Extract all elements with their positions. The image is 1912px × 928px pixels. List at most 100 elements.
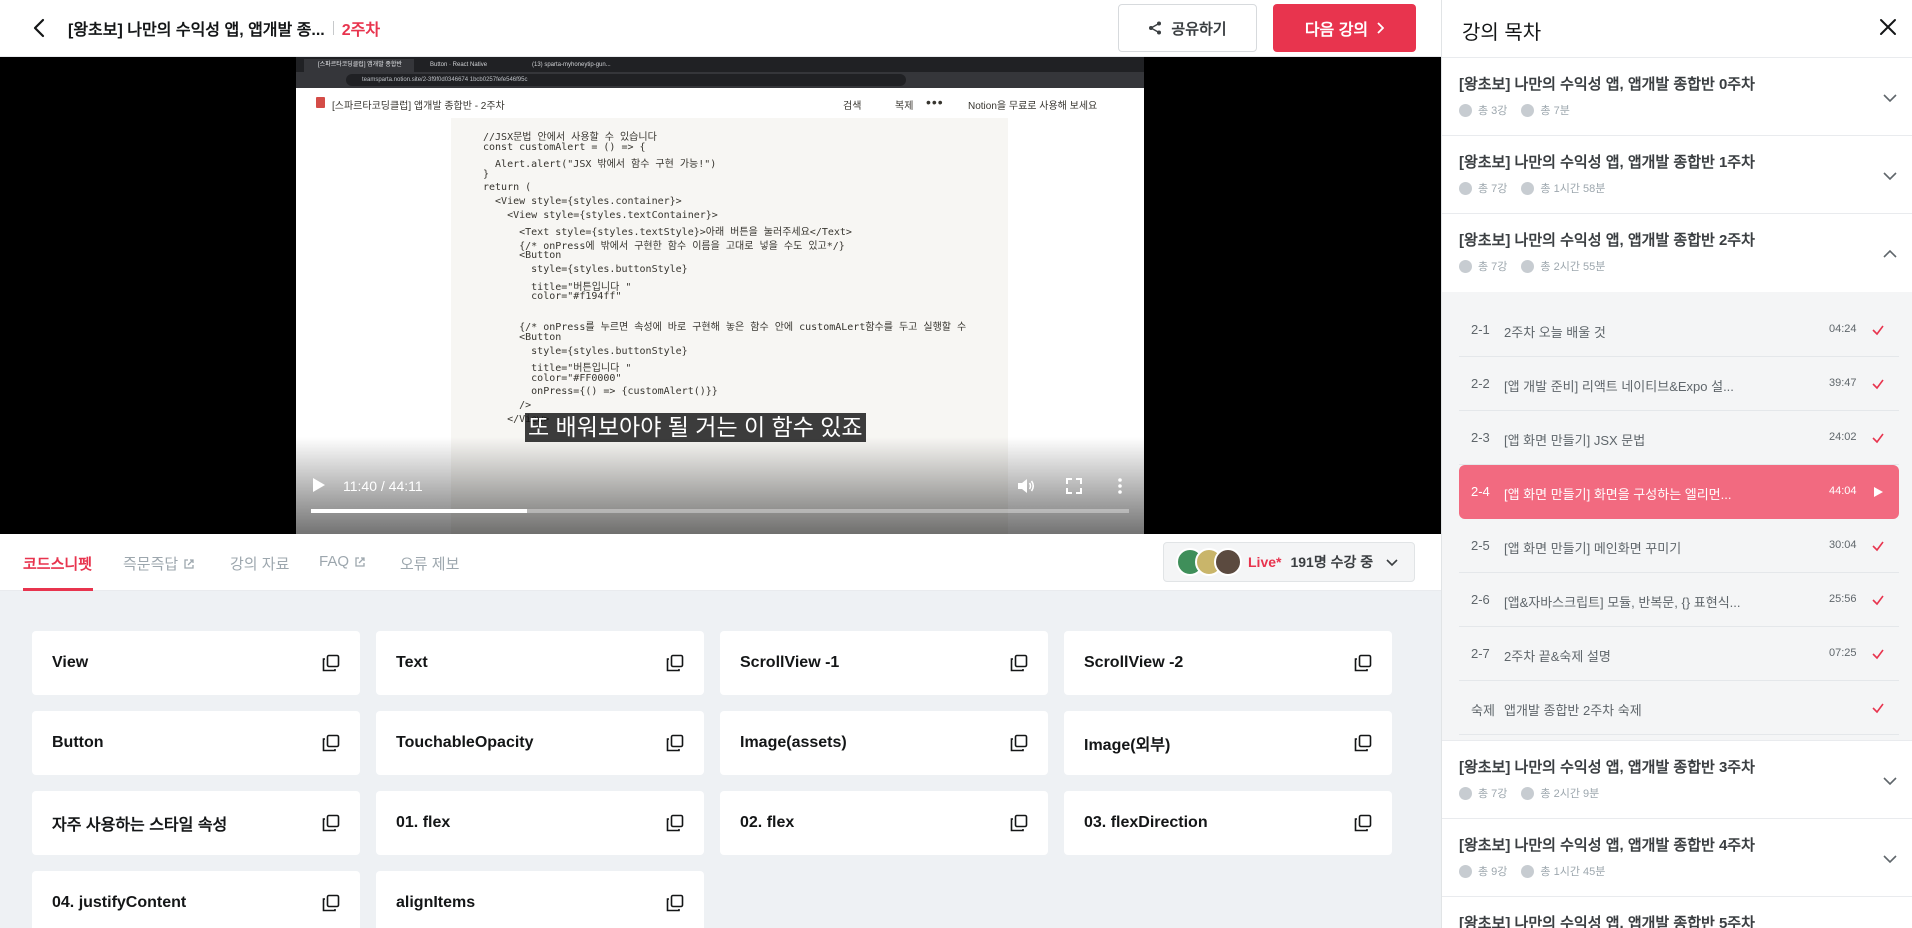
chevron-down-icon: [1883, 94, 1897, 103]
tab-report-error[interactable]: 오류 제보: [400, 553, 459, 574]
snippet-label: Image(assets): [740, 734, 847, 751]
week-title: [왕초보] 나만의 수익성 앱, 앱개발 종합반 5주차: [1459, 915, 1755, 928]
week-title: [왕초보] 나만의 수익성 앱, 앱개발 종합반 2주차: [1459, 232, 1755, 249]
snippet-card[interactable]: 자주 사용하는 스타일 속성: [32, 791, 360, 855]
sidebar-header: 강의 목차: [1442, 0, 1912, 57]
clock-icon: [1521, 103, 1535, 117]
share-button[interactable]: 공유하기: [1118, 4, 1257, 52]
copy-icon[interactable]: [322, 814, 340, 832]
lesson-item[interactable]: 2-1 2주차 오늘 배울 것 04:24: [1459, 303, 1899, 357]
chevron-down-icon: [1883, 172, 1897, 181]
week-item[interactable]: [왕초보] 나만의 수익성 앱, 앱개발 종합반 0주차 총 3강 총 7분: [1442, 57, 1912, 135]
lesson-item[interactable]: 2-6 [앱&자바스크립트] 모듈, 반복문, {} 표현식... 25:56: [1459, 573, 1899, 627]
code-line: <Button: [483, 332, 562, 343]
lesson-item[interactable]: 2-5 [앱 화면 만들기] 메인화면 꾸미기 30:04: [1459, 519, 1899, 573]
snippet-card[interactable]: TouchableOpacity: [376, 711, 704, 775]
lesson-title: 2주차 끝&숙제 설명: [1504, 649, 1611, 664]
play-icon[interactable]: [312, 477, 328, 495]
code-line: />: [483, 400, 532, 411]
snippet-card[interactable]: Image(외부): [1064, 711, 1392, 775]
snippet-card[interactable]: View: [32, 631, 360, 695]
week-2-lessons: 2-1 2주차 오늘 배울 것 04:24 2-2 [앱 개발 준비] 리액트 네이티브…: [1442, 292, 1912, 740]
copy-icon[interactable]: [666, 734, 684, 752]
week-item[interactable]: [왕초보] 나만의 수익성 앱, 앱개발 종합반 4주차 총 9강 총 1시간 45…: [1442, 818, 1912, 896]
snippet-card[interactable]: ScrollView -1: [720, 631, 1048, 695]
copy-icon[interactable]: [1354, 814, 1372, 832]
snippet-card[interactable]: Button: [32, 711, 360, 775]
clock-icon: [1521, 864, 1535, 878]
fullscreen-icon[interactable]: [1064, 476, 1084, 496]
copy-icon[interactable]: [322, 734, 340, 752]
volume-icon[interactable]: [1016, 476, 1036, 496]
snippet-card[interactable]: Image(assets): [720, 711, 1048, 775]
viewer-avatars: [1176, 548, 1242, 576]
lesson-duration: 04:24: [1829, 323, 1857, 335]
content-tabs: 코드스니펫 즉문즉답 강의 자료 FAQ 오류 제보 Live* 191명 수강…: [0, 534, 1441, 591]
lesson-number: 2-4: [1471, 484, 1490, 499]
play-circle-icon: [1459, 103, 1472, 117]
lesson-item[interactable]: 2-7 2주차 끝&숙제 설명 07:25: [1459, 627, 1899, 681]
lesson-title: [앱 화면 만들기] 화면을 구성하는 엘리먼...: [1504, 487, 1732, 502]
live-label: Live*: [1248, 554, 1282, 570]
snippet-card[interactable]: 02. flex: [720, 791, 1048, 855]
tab-label: 강의 자료: [230, 556, 290, 573]
tab-code-snippet[interactable]: 코드스니펫: [23, 553, 92, 574]
copy-icon[interactable]: [322, 894, 340, 912]
snippet-card[interactable]: alignItems: [376, 871, 704, 928]
lesson-item[interactable]: 2-3 [앱 화면 만들기] JSX 문법 24:02: [1459, 411, 1899, 465]
week-badge: 2주차: [341, 22, 381, 39]
week-item[interactable]: [왕초보] 나만의 수익성 앱, 앱개발 종합반 2주차 총 7강 총 2시간 55…: [1442, 213, 1912, 291]
next-lecture-label: 다음 강의: [1304, 22, 1369, 39]
lesson-item[interactable]: 2-4 [앱 화면 만들기] 화면을 구성하는 엘리먼... 44:04: [1459, 465, 1899, 519]
copy-icon[interactable]: [666, 814, 684, 832]
tab-materials[interactable]: 강의 자료: [230, 553, 289, 574]
week-item[interactable]: [왕초보] 나만의 수익성 앱, 앱개발 종합반 5주차: [1442, 896, 1912, 928]
recorded-tab: Button · React Native: [430, 62, 488, 68]
week-item[interactable]: [왕초보] 나만의 수익성 앱, 앱개발 종합반 3주차 총 7강 총 2시간 9분: [1442, 740, 1912, 818]
lesson-count: 총 3강: [1478, 105, 1508, 117]
snippet-card[interactable]: ScrollView -2: [1064, 631, 1392, 695]
copy-icon[interactable]: [1354, 654, 1372, 672]
snippet-card[interactable]: 03. flexDirection: [1064, 791, 1392, 855]
more-options-icon[interactable]: [1113, 476, 1127, 496]
code-line: onPress={() => {customAlert()}}: [483, 386, 718, 398]
lesson-duration: 39:47: [1829, 377, 1857, 389]
chevron-down-icon: [1386, 559, 1398, 567]
snippet-label: ScrollView -1: [740, 654, 840, 671]
next-lecture-button[interactable]: 다음 강의: [1273, 4, 1416, 52]
live-viewers[interactable]: Live* 191명 수강 중: [1163, 542, 1415, 582]
copy-icon[interactable]: [1010, 814, 1028, 832]
progress-bar[interactable]: [311, 509, 1129, 513]
close-icon[interactable]: [1878, 17, 1898, 37]
snippet-card[interactable]: Text: [376, 631, 704, 695]
week-duration: 총 2시간 55분: [1540, 261, 1606, 273]
lesson-item[interactable]: 2-2 [앱 개발 준비] 리액트 네이티브&Expo 설... 39:47: [1459, 357, 1899, 411]
code-line: <View style={styles.container}>: [483, 196, 682, 207]
lesson-item[interactable]: 숙제 앱개발 종합반 2주차 숙제: [1459, 681, 1899, 735]
snippet-card[interactable]: 01. flex: [376, 791, 704, 855]
copy-icon[interactable]: [666, 654, 684, 672]
copy-icon[interactable]: [666, 894, 684, 912]
tab-faq[interactable]: FAQ: [319, 553, 366, 570]
check-icon: [1872, 649, 1884, 660]
lesson-title: [앱&자바스크립트] 모듈, 반복문, {} 표현식...: [1504, 595, 1741, 610]
copy-icon[interactable]: [1010, 654, 1028, 672]
code-line: const customAlert = () => {: [483, 141, 646, 153]
week-item[interactable]: [왕초보] 나만의 수익성 앱, 앱개발 종합반 1주차 총 7강 총 1시간 58…: [1442, 135, 1912, 213]
external-link-icon: [184, 558, 194, 569]
lesson-number: 2-6: [1471, 592, 1490, 607]
share-icon: [1149, 21, 1162, 35]
copy-icon[interactable]: [1354, 734, 1372, 752]
code-line: return (: [483, 182, 532, 194]
snippet-label: 자주 사용하는 스타일 속성: [52, 817, 228, 834]
video-player[interactable]: [스파르타코딩클럽] 앱개발 종합반 Button · React Native…: [0, 57, 1441, 534]
copy-icon[interactable]: [322, 654, 340, 672]
snippet-card[interactable]: 04. justifyContent: [32, 871, 360, 928]
tab-qna[interactable]: 즉문즉답: [123, 553, 195, 574]
snippet-label: 02. flex: [740, 814, 795, 831]
copy-icon[interactable]: [1010, 734, 1028, 752]
lesson-number: 2-5: [1471, 538, 1490, 553]
code-line: Alert.alert("JSX 밖에서 함수 구현 가능!"): [483, 159, 717, 171]
lesson-count: 총 7강: [1478, 183, 1508, 195]
back-arrow-icon[interactable]: [28, 17, 50, 39]
